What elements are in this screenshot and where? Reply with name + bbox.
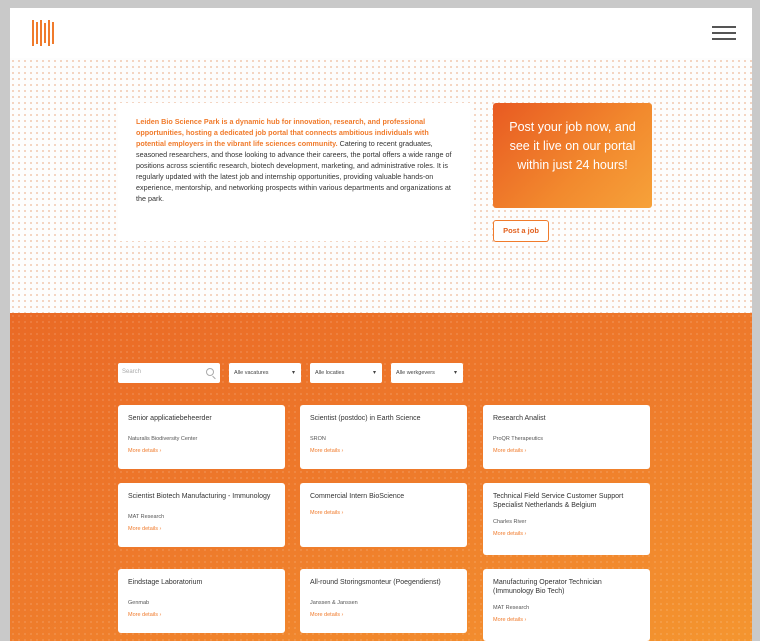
employer-select-value: Alle werkgevers <box>396 370 435 376</box>
more-details-link[interactable]: More details › <box>493 617 640 623</box>
site-header <box>10 8 752 58</box>
job-title: Eindstage Laboratorium <box>128 579 203 586</box>
job-card[interactable]: Scientist (postdoc) in Earth Science SRO… <box>300 405 467 469</box>
job-title: Research Analist <box>493 415 546 422</box>
job-company: Janssen & Janssen <box>310 600 358 606</box>
job-company: SRON <box>310 436 326 442</box>
category-select[interactable]: Alle vacatures ▾ <box>229 363 301 383</box>
promo-banner: Post your job now, and see it live on ou… <box>493 103 652 208</box>
job-card[interactable]: Commercial Intern BioScience More detail… <box>300 483 467 547</box>
chevron-down-icon: ▾ <box>291 370 295 376</box>
job-company: Genmab <box>128 600 150 606</box>
employer-select[interactable]: Alle werkgevers ▾ <box>391 363 463 383</box>
job-company: ProQR Therapeutics <box>493 436 544 442</box>
category-select-value: Alle vacatures <box>234 370 269 376</box>
hamburger-menu-icon[interactable] <box>712 26 736 42</box>
job-card[interactable]: Senior applicatiebeheerder Naturalis Bio… <box>118 405 285 469</box>
job-company: Naturalis Biodiversity Center <box>128 436 198 442</box>
job-title: Scientist Biotech Manufacturing - Immuno… <box>128 493 271 500</box>
more-details-link[interactable]: More details › <box>493 448 640 454</box>
job-title: Senior applicatiebeheerder <box>128 415 212 422</box>
more-details-link[interactable]: More details › <box>310 612 457 618</box>
more-details-link[interactable]: More details › <box>128 612 275 618</box>
more-details-link[interactable]: More details › <box>128 448 275 454</box>
post-job-button[interactable]: Post a job <box>493 220 549 242</box>
job-card[interactable]: Research Analist ProQR Therapeutics More… <box>483 405 650 469</box>
job-title: Commercial Intern BioScience <box>310 493 405 500</box>
filter-bar: Search Alle vacatures ▾ Alle locaties ▾ … <box>10 363 752 385</box>
job-card[interactable]: Scientist Biotech Manufacturing - Immuno… <box>118 483 285 547</box>
job-company: MAT Research <box>128 514 165 520</box>
more-details-link[interactable]: More details › <box>310 448 457 454</box>
search-input[interactable]: Search <box>118 363 220 383</box>
jobs-section: Search Alle vacatures ▾ Alle locaties ▾ … <box>10 313 752 641</box>
promo-text: Post your job now, and see it live on ou… <box>509 120 636 172</box>
chevron-down-icon: ▾ <box>453 370 457 376</box>
job-company: Charles River <box>493 519 527 525</box>
job-company: MAT Research <box>493 605 530 611</box>
more-details-link[interactable]: More details › <box>310 510 457 516</box>
intro-section: Leiden Bio Science Park is a dynamic hub… <box>10 58 752 313</box>
search-icon[interactable] <box>206 368 214 376</box>
page: Leiden Bio Science Park is a dynamic hub… <box>10 8 752 641</box>
job-title: All-round Storingsmonteur (Poegendienst) <box>310 579 441 586</box>
location-select[interactable]: Alle locaties ▾ <box>310 363 382 383</box>
more-details-link[interactable]: More details › <box>493 531 640 537</box>
job-card[interactable]: Manufacturing Operator Technician (Immun… <box>483 569 650 641</box>
job-card[interactable]: Technical Field Service Customer Support… <box>483 483 650 555</box>
intro-body: Catering to recent graduates, seasoned r… <box>136 139 452 203</box>
job-title: Scientist (postdoc) in Earth Science <box>310 415 421 422</box>
logo[interactable] <box>32 20 54 46</box>
search-placeholder: Search <box>122 369 142 375</box>
job-card[interactable]: All-round Storingsmonteur (Poegendienst)… <box>300 569 467 633</box>
job-title: Technical Field Service Customer Support… <box>493 493 624 509</box>
chevron-down-icon: ▾ <box>372 370 376 376</box>
intro-card: Leiden Bio Science Park is a dynamic hub… <box>118 103 470 241</box>
more-details-link[interactable]: More details › <box>128 526 275 532</box>
job-title: Manufacturing Operator Technician (Immun… <box>493 579 602 595</box>
job-card[interactable]: Eindstage Laboratorium Genmab More detai… <box>118 569 285 633</box>
location-select-value: Alle locaties <box>315 370 345 376</box>
